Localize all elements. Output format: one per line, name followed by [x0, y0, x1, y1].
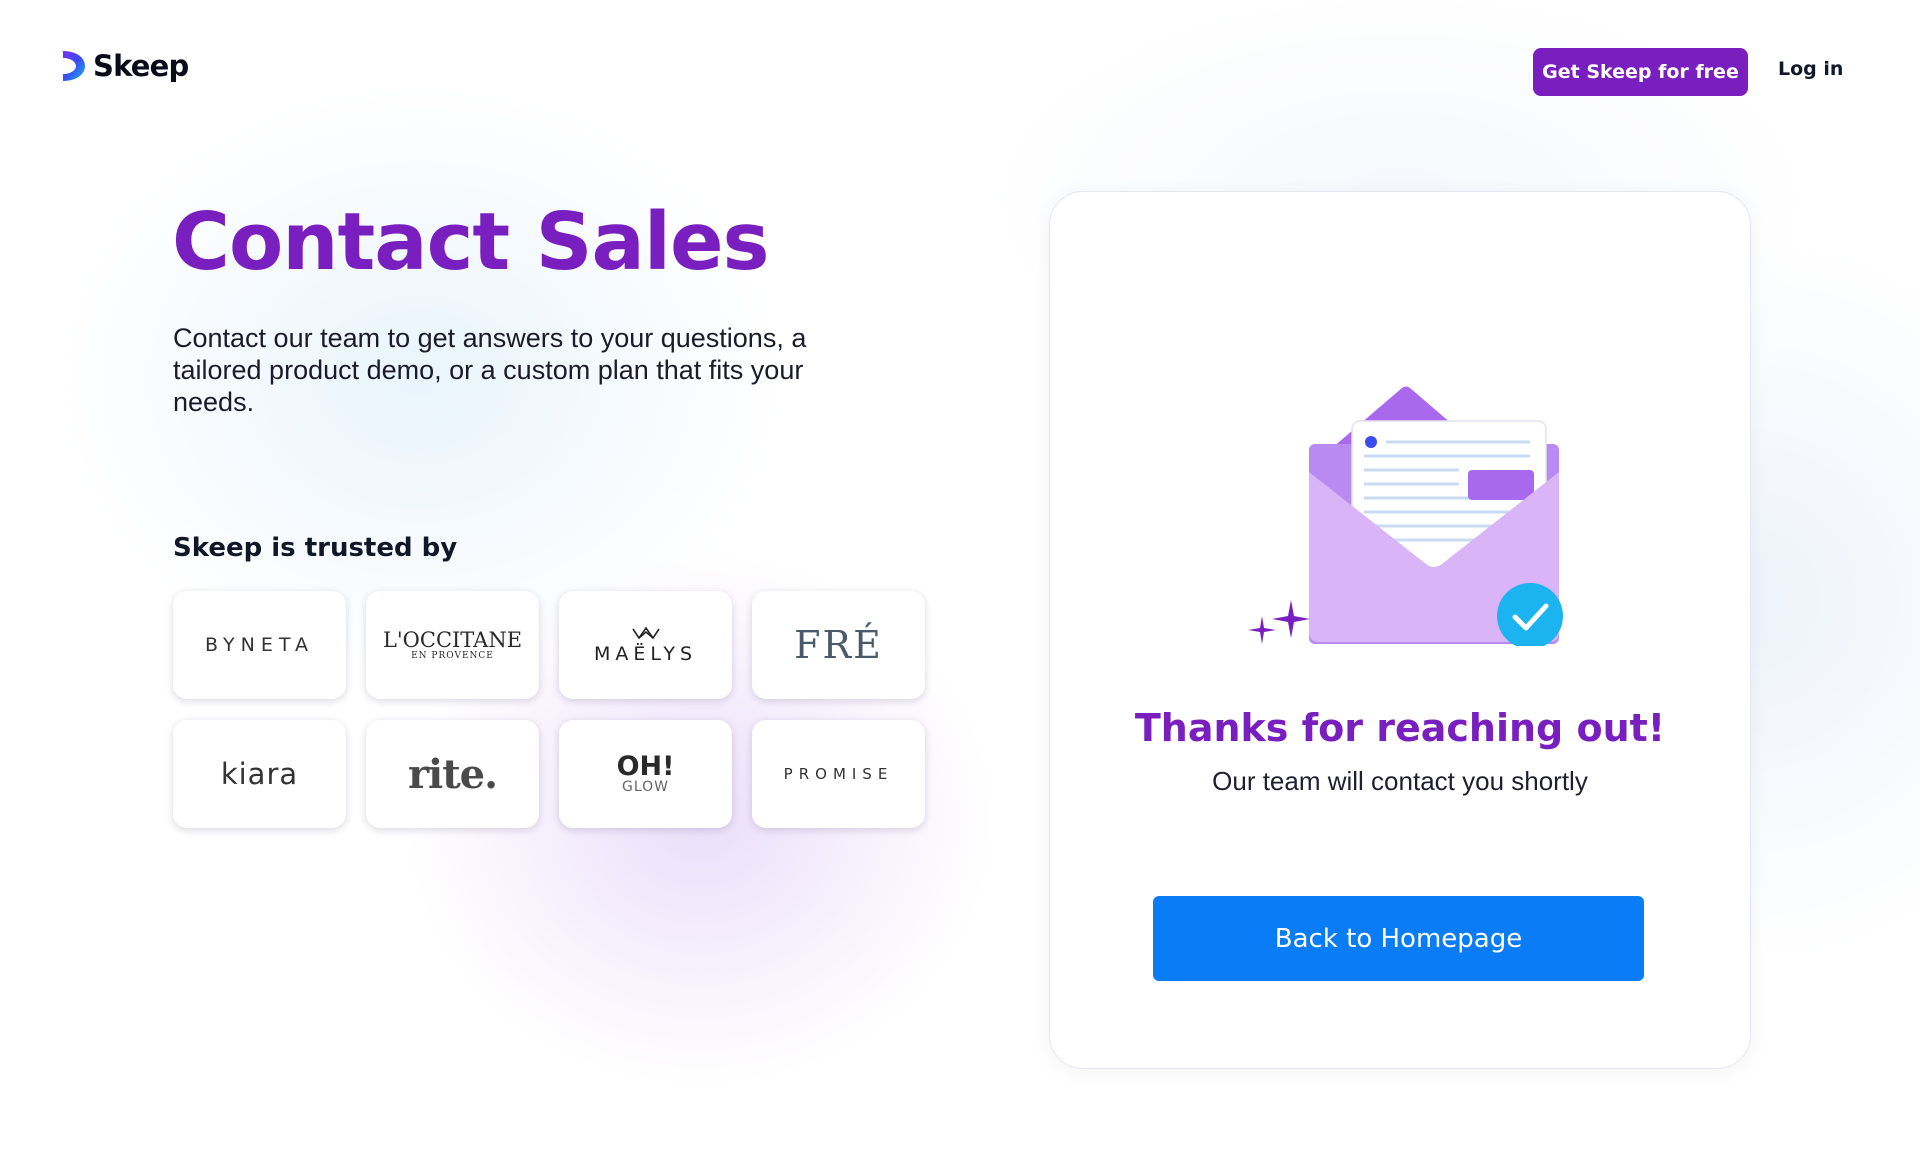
check-circle-icon: [1497, 583, 1563, 646]
brand-label: PROMISE: [783, 765, 894, 783]
brand-label: L'OCCITANE: [382, 628, 523, 652]
brand-sublabel: EN PROVENCE: [411, 651, 494, 661]
customer-logo-fre: FRÉ: [752, 591, 925, 699]
brand-sublabel: GLOW: [621, 779, 669, 795]
brand-label: BYNETA: [205, 634, 314, 656]
customer-logo-grid: BYNETA L'OCCITANE EN PROVENCE MAËLYS FRÉ…: [173, 591, 925, 828]
back-to-homepage-button[interactable]: Back to Homepage: [1153, 896, 1644, 981]
trusted-by-heading: Skeep is trusted by: [173, 533, 458, 563]
brand-label: kiara: [220, 757, 299, 791]
page-title: Contact Sales: [172, 196, 770, 288]
sparkle-icon: [1248, 600, 1310, 644]
brand-name: Skeep: [93, 49, 189, 83]
brand-logo[interactable]: Skeep: [61, 48, 189, 84]
crown-icon: [631, 626, 660, 640]
customer-logo-loccitane: L'OCCITANE EN PROVENCE: [366, 591, 539, 699]
customer-logo-byneta: BYNETA: [173, 591, 346, 699]
envelope-letter-icon: [1248, 386, 1563, 646]
thanks-subtext: Our team will contact you shortly: [1212, 766, 1588, 796]
customer-logo-rite: rite.: [366, 720, 539, 828]
brand-label: rite.: [407, 750, 498, 798]
login-link[interactable]: Log in: [1778, 58, 1843, 80]
customer-logo-promise: PROMISE: [752, 720, 925, 828]
brand-label: OH!: [616, 751, 675, 782]
thanks-heading: Thanks for reaching out!: [1134, 706, 1666, 750]
page-intro: Contact our team to get answers to your …: [173, 323, 807, 417]
customer-logo-maelys: MAËLYS: [559, 591, 732, 699]
brand-label: FRÉ: [794, 623, 883, 667]
get-skeep-free-button[interactable]: Get Skeep for free: [1533, 48, 1748, 96]
confirmation-card: Thanks for reaching out! Our team will c…: [1049, 191, 1751, 1069]
skeep-logo-icon: [63, 51, 85, 81]
customer-logo-kiara: kiara: [173, 720, 346, 828]
brand-label: MAËLYS: [593, 643, 698, 665]
customer-logo-ohglow: OH! GLOW: [559, 720, 732, 828]
